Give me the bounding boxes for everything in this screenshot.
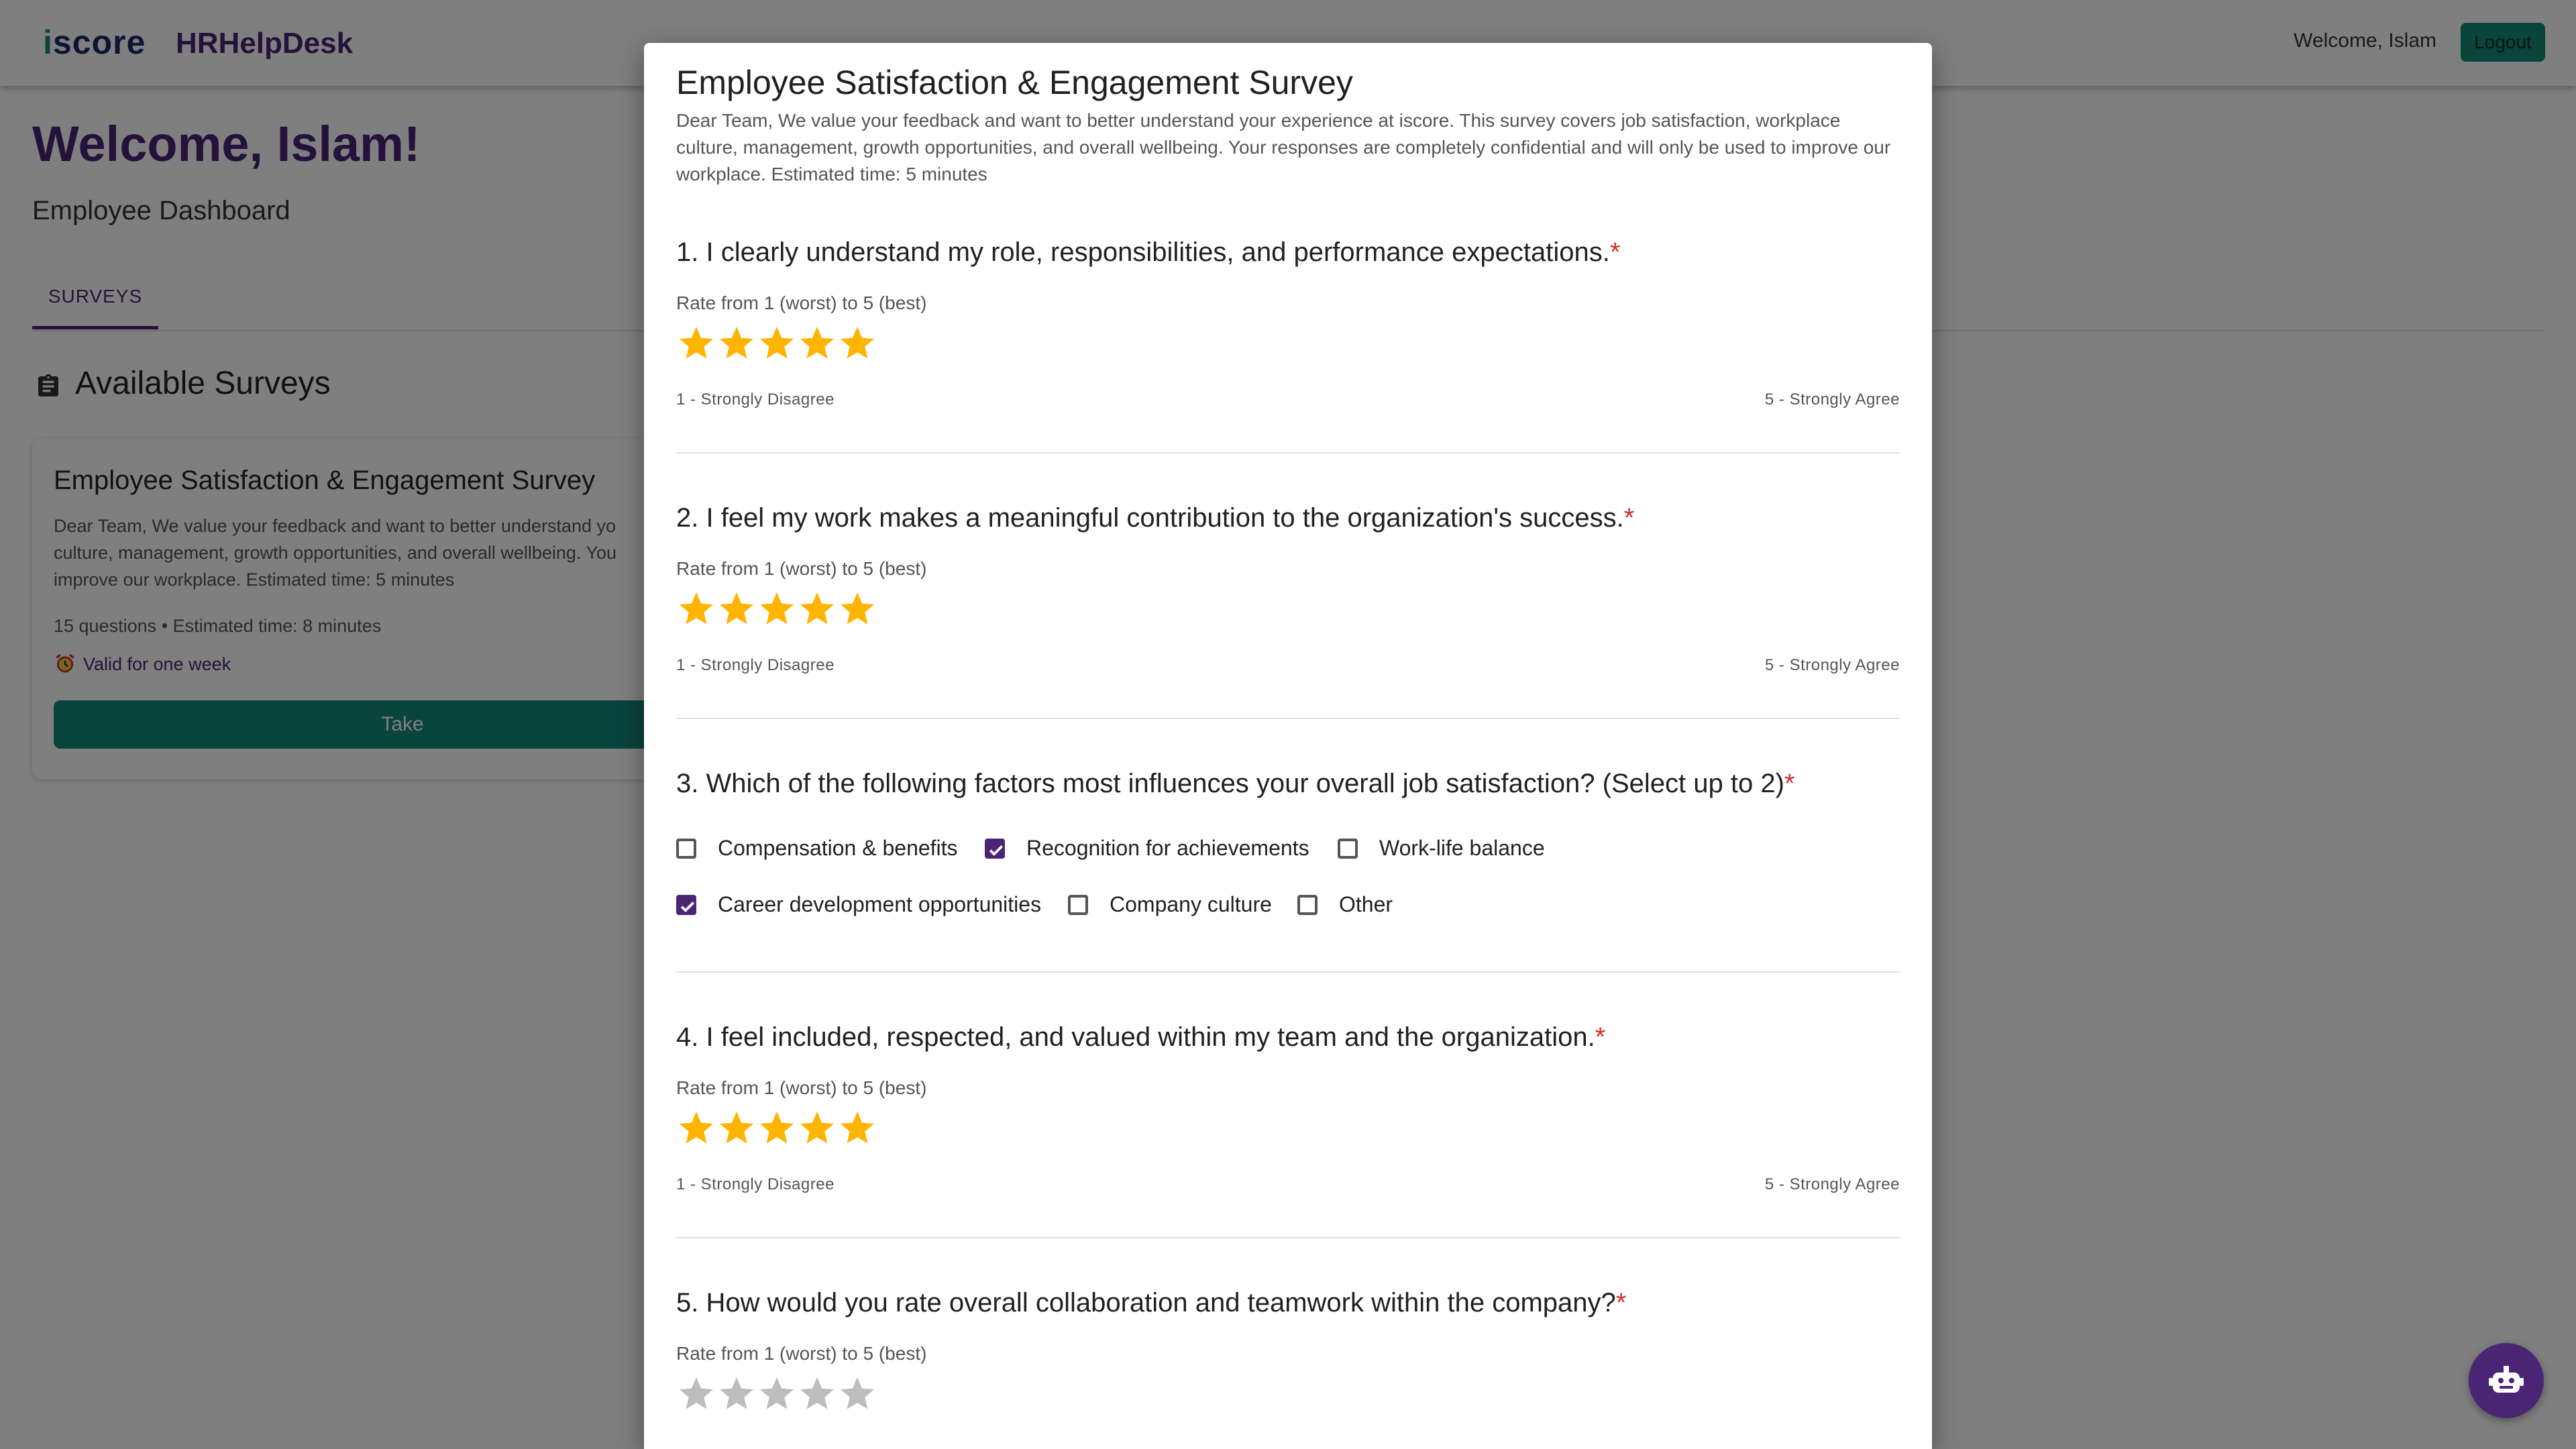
question-title: 5. How would you rate overall collaborat… — [676, 1288, 1626, 1318]
dialog-description: Dear Team, We value your feedback and wa… — [676, 110, 1891, 184]
star-rating[interactable] — [676, 589, 877, 632]
option-label: Other — [1339, 892, 1393, 916]
option-label: Work-life balance — [1379, 836, 1545, 860]
star-icon[interactable] — [797, 1374, 837, 1414]
star-icon[interactable] — [716, 1108, 757, 1148]
scale-low-label: 1 - Strongly Disagree — [676, 390, 835, 409]
star-icon[interactable] — [797, 589, 837, 629]
required-marker: * — [1615, 1288, 1627, 1318]
question-text: 4. I feel included, respected, and value… — [676, 1022, 1595, 1052]
option-label: Recognition for achievements — [1026, 836, 1309, 860]
question-title: 2. I feel my work makes a meaningful con… — [676, 503, 1634, 533]
robot-icon — [2489, 1366, 2524, 1393]
star-rating[interactable] — [676, 323, 877, 366]
star-icon[interactable] — [757, 323, 797, 364]
scale-low-label: 1 - Strongly Disagree — [676, 656, 835, 674]
star-icon[interactable] — [757, 1374, 797, 1414]
required-marker: * — [1595, 1022, 1606, 1052]
question-divider — [676, 971, 1900, 973]
star-icon[interactable] — [837, 323, 877, 364]
checkbox[interactable] — [1297, 895, 1318, 915]
star-icon[interactable] — [797, 323, 837, 364]
scale-low-label: 1 - Strongly Disagree — [676, 1175, 835, 1193]
rating-hint: Rate from 1 (worst) to 5 (best) — [676, 1077, 927, 1098]
option-label: Career development opportunities — [718, 892, 1042, 916]
star-icon[interactable] — [716, 323, 757, 364]
survey-dialog: Employee Satisfaction & Engagement Surve… — [644, 43, 1932, 1449]
checkmark-icon — [680, 902, 695, 912]
star-icon[interactable] — [716, 1374, 757, 1414]
question-divider — [676, 718, 1900, 719]
required-marker: * — [1784, 769, 1795, 798]
checkbox[interactable] — [676, 895, 696, 915]
checkbox[interactable] — [985, 839, 1005, 859]
scale-high-label: 5 - Strongly Agree — [1764, 656, 1900, 674]
star-icon[interactable] — [757, 1108, 797, 1148]
checkbox[interactable] — [1068, 895, 1088, 915]
checkbox[interactable] — [676, 839, 696, 859]
star-icon[interactable] — [757, 589, 797, 629]
question-text: 3. Which of the following factors most i… — [676, 769, 1784, 798]
question-title: 4. I feel included, respected, and value… — [676, 1022, 1605, 1053]
star-rating[interactable] — [676, 1108, 877, 1151]
scale-high-label: 5 - Strongly Agree — [1764, 390, 1900, 409]
option-label: Company culture — [1110, 892, 1272, 916]
required-marker: * — [1609, 237, 1621, 267]
chatbot-button[interactable] — [2469, 1343, 2544, 1418]
star-icon[interactable] — [837, 1374, 877, 1414]
required-marker: * — [1623, 503, 1635, 533]
dialog-title: Employee Satisfaction & Engagement Surve… — [676, 64, 1353, 101]
scale-high-label: 5 - Strongly Agree — [1764, 1175, 1900, 1193]
question-text: 5. How would you rate overall collaborat… — [676, 1288, 1616, 1318]
option-label: Compensation & benefits — [718, 836, 958, 860]
star-icon[interactable] — [676, 323, 716, 364]
checkbox[interactable] — [1338, 839, 1358, 859]
question-title: 1. I clearly understand my role, respons… — [676, 237, 1620, 268]
star-icon[interactable] — [676, 1108, 716, 1148]
star-icon[interactable] — [837, 1108, 877, 1148]
question-text: 2. I feel my work makes a meaningful con… — [676, 503, 1624, 533]
star-icon[interactable] — [716, 589, 757, 629]
star-icon[interactable] — [797, 1108, 837, 1148]
question-title: 3. Which of the following factors most i… — [676, 769, 1795, 799]
question-text: 1. I clearly understand my role, respons… — [676, 237, 1610, 267]
star-icon[interactable] — [837, 589, 877, 629]
star-icon[interactable] — [676, 589, 716, 629]
question-divider — [676, 452, 1900, 453]
star-icon[interactable] — [676, 1374, 716, 1414]
star-rating[interactable] — [676, 1374, 877, 1417]
rating-hint: Rate from 1 (worst) to 5 (best) — [676, 1343, 927, 1364]
checkmark-icon — [989, 845, 1004, 856]
question-divider — [676, 1237, 1900, 1238]
rating-hint: Rate from 1 (worst) to 5 (best) — [676, 558, 927, 579]
rating-hint: Rate from 1 (worst) to 5 (best) — [676, 292, 927, 313]
